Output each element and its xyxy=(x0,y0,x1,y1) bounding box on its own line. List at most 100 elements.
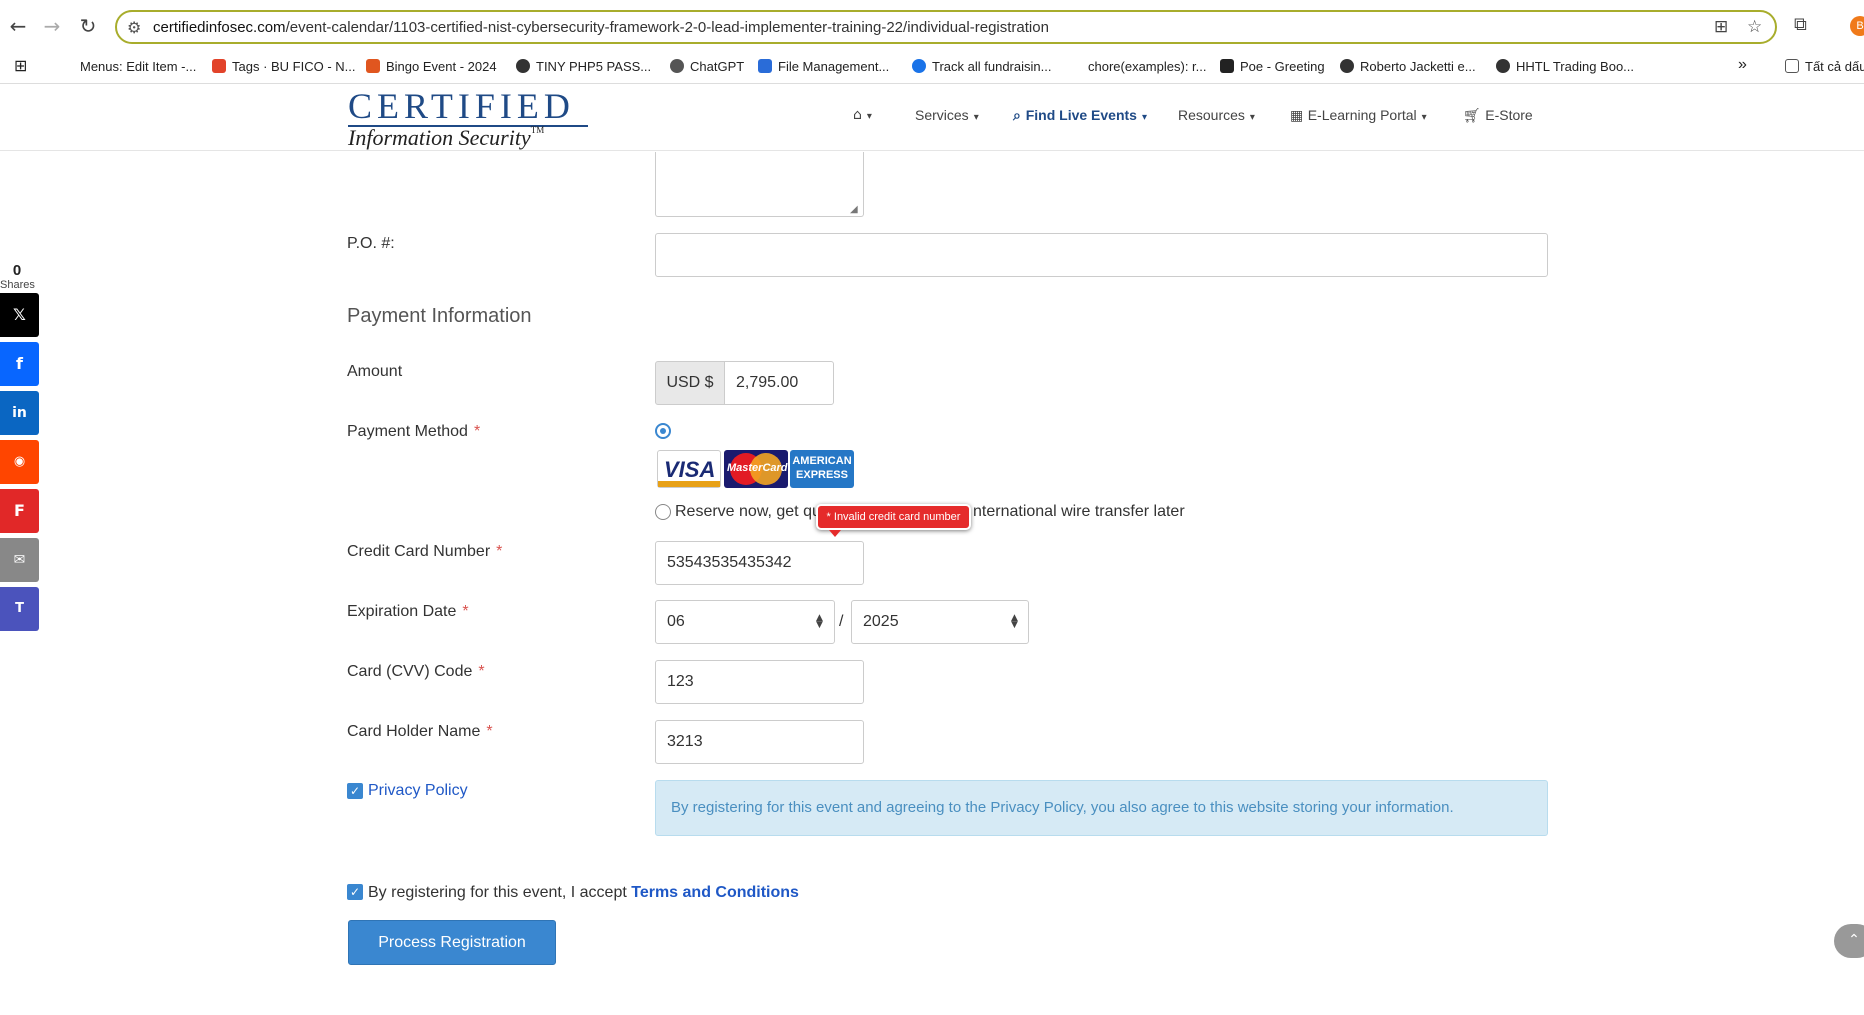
site-info-icon[interactable]: ⚙ xyxy=(127,18,141,37)
chevron-down-icon: ▾ xyxy=(1421,112,1427,123)
address-bar[interactable]: ⚙ certifiedinfosec.com/event-calendar/11… xyxy=(115,10,1777,44)
nav-estore[interactable]: 🛒︎ E-Store xyxy=(1463,107,1533,124)
profile-avatar[interactable]: B xyxy=(1850,16,1864,36)
share-facebook-button[interactable]: f xyxy=(0,342,39,386)
cc-number-input[interactable]: 53543535435342 xyxy=(655,541,864,585)
card-holder-input[interactable]: 3213 xyxy=(655,720,864,764)
reserve-now-label[interactable]: Reserve now, get qu xyxy=(675,503,821,521)
nav-resources[interactable]: Resources ▾ xyxy=(1178,107,1255,123)
star-icon[interactable]: ☆ xyxy=(1747,17,1762,37)
cvv-label: Card (CVV) Code * xyxy=(347,663,485,680)
reload-icon[interactable]: ↻ xyxy=(76,14,100,38)
mastercard-card-logo: MasterCard xyxy=(724,450,788,488)
browser-toolbar: ← → ↻ ⚙ certifiedinfosec.com/event-calen… xyxy=(0,0,1864,52)
bookmark-item[interactable]: File Management... xyxy=(758,59,889,74)
tooltip-arrow xyxy=(829,530,841,537)
terms-link[interactable]: Terms and Conditions xyxy=(631,884,799,901)
bookmark-item[interactable]: chore(examples): r... xyxy=(1088,59,1207,74)
logo-certified[interactable]: CERTIFIED xyxy=(348,85,575,127)
currency-addon: USD $ xyxy=(655,361,725,405)
chevron-down-icon: ▾ xyxy=(1141,112,1147,123)
bookmark-item[interactable]: Poe - Greeting xyxy=(1220,59,1325,74)
exp-separator: / xyxy=(839,613,844,630)
cc-number-label: Credit Card Number * xyxy=(347,543,503,560)
bookmark-item[interactable]: HHTL Trading Boo... xyxy=(1496,59,1634,74)
bookmark-item[interactable]: Bingo Event - 2024 xyxy=(366,59,497,74)
bookmark-favicon xyxy=(758,59,772,73)
terms-checkbox[interactable]: ✓ xyxy=(347,884,363,900)
credit-card-radio[interactable] xyxy=(655,423,671,439)
reserve-now-radio[interactable] xyxy=(655,504,671,520)
share-linkedin-button[interactable]: in xyxy=(0,391,39,435)
flipboard-icon: F xyxy=(14,501,25,520)
reserve-now-label-suffix[interactable]: nternational wire transfer later xyxy=(973,503,1185,521)
bookmark-item[interactable]: Track all fundraisin... xyxy=(912,59,1051,74)
linkedin-icon: in xyxy=(12,405,27,421)
bookmark-item[interactable]: ChatGPT xyxy=(670,59,744,74)
reddit-icon: ◉ xyxy=(13,454,26,469)
nav-home[interactable]: ⌂ ▾ xyxy=(853,107,872,123)
expiration-label: Expiration Date * xyxy=(347,603,469,620)
bookmark-favicon xyxy=(912,59,926,73)
share-reddit-button[interactable]: ◉ xyxy=(0,440,39,484)
share-label: Shares xyxy=(0,279,35,291)
back-icon[interactable]: ← xyxy=(6,14,30,38)
nav-find-live-events[interactable]: ⌕ Find Live Events ▾ xyxy=(1013,107,1147,124)
payment-section-title: Payment Information xyxy=(347,305,532,327)
x-icon: 𝕏 xyxy=(13,305,26,324)
globe-icon xyxy=(1340,59,1354,73)
terms-label: By registering for this event, I accept … xyxy=(368,884,799,901)
bookmark-item[interactable]: Tags · BU FICO - N... xyxy=(212,59,356,74)
teams-icon: T xyxy=(15,601,24,616)
globe-icon xyxy=(1496,59,1510,73)
all-bookmarks-folder[interactable]: Tất cả dấu xyxy=(1785,59,1864,74)
extensions-icon[interactable]: ⧉ xyxy=(1794,14,1807,35)
select-arrows-icon: ▲ ▼ xyxy=(1011,613,1018,630)
exp-year-select[interactable]: 2025 xyxy=(851,600,1029,644)
cvv-input[interactable]: 123 xyxy=(655,660,864,704)
payment-method-label: Payment Method * xyxy=(347,423,481,440)
home-icon: ⌂ xyxy=(853,107,862,123)
card-holder-label: Card Holder Name * xyxy=(347,723,493,740)
poe-icon xyxy=(1220,59,1234,73)
process-registration-button[interactable]: Process Registration xyxy=(348,920,556,965)
translate-icon[interactable]: ⊞ xyxy=(1714,17,1728,37)
amex-card-logo: AMERICAN EXPRESS xyxy=(790,450,854,488)
invalid-card-tooltip: * Invalid credit card number xyxy=(816,504,971,530)
more-bookmarks-icon[interactable]: » xyxy=(1738,56,1747,74)
forward-icon[interactable]: → xyxy=(40,14,64,38)
exp-month-select[interactable]: 06 xyxy=(655,600,835,644)
chevron-down-icon: ▾ xyxy=(866,111,872,122)
share-x-button[interactable]: 𝕏 xyxy=(0,293,39,337)
resize-handle-icon[interactable]: ◢ xyxy=(850,204,858,215)
url-text[interactable]: certifiedinfosec.com/event-calendar/1103… xyxy=(153,19,1049,36)
share-flipboard-button[interactable]: F xyxy=(0,489,39,533)
folder-icon xyxy=(1785,59,1799,73)
amount-label: Amount xyxy=(347,363,403,380)
nav-services[interactable]: Services ▾ xyxy=(915,107,979,123)
chatgpt-icon xyxy=(670,59,684,73)
bookmark-item[interactable]: Roberto Jacketti e... xyxy=(1340,59,1476,74)
site-header: CERTIFIED Information SecurityTM ⌂ ▾ Serv… xyxy=(0,85,1864,151)
facebook-icon: f xyxy=(16,354,23,373)
logo-subtitle[interactable]: Information SecurityTM xyxy=(348,125,544,151)
share-count: 0 xyxy=(12,262,22,279)
nav-elearning-portal[interactable]: ▦ E-Learning Portal ▾ xyxy=(1290,107,1427,124)
privacy-checkbox[interactable]: ✓ xyxy=(347,783,363,799)
amount-input[interactable]: 2,795.00 xyxy=(724,361,834,405)
chevron-down-icon: ▾ xyxy=(1249,112,1255,123)
globe-icon xyxy=(516,59,530,73)
chevron-up-icon: ⌃ xyxy=(1848,932,1860,948)
scroll-to-top-button[interactable]: ⌃ xyxy=(1834,924,1864,958)
bookmark-item[interactable]: Menus: Edit Item -... xyxy=(80,59,196,74)
privacy-policy-link[interactable]: Privacy Policy xyxy=(368,782,468,800)
bookmark-item[interactable]: TINY PHP5 PASS... xyxy=(516,59,651,74)
share-teams-button[interactable]: T xyxy=(0,587,39,631)
po-input[interactable] xyxy=(655,233,1548,277)
apps-grid-icon[interactable]: ⊞ xyxy=(14,56,27,75)
po-label: P.O. #: xyxy=(347,235,395,252)
select-arrows-icon: ▲ ▼ xyxy=(816,613,823,630)
comments-textarea[interactable] xyxy=(655,152,864,217)
classroom-icon: ▦ xyxy=(1290,108,1308,124)
share-email-button[interactable]: ✉ xyxy=(0,538,39,582)
